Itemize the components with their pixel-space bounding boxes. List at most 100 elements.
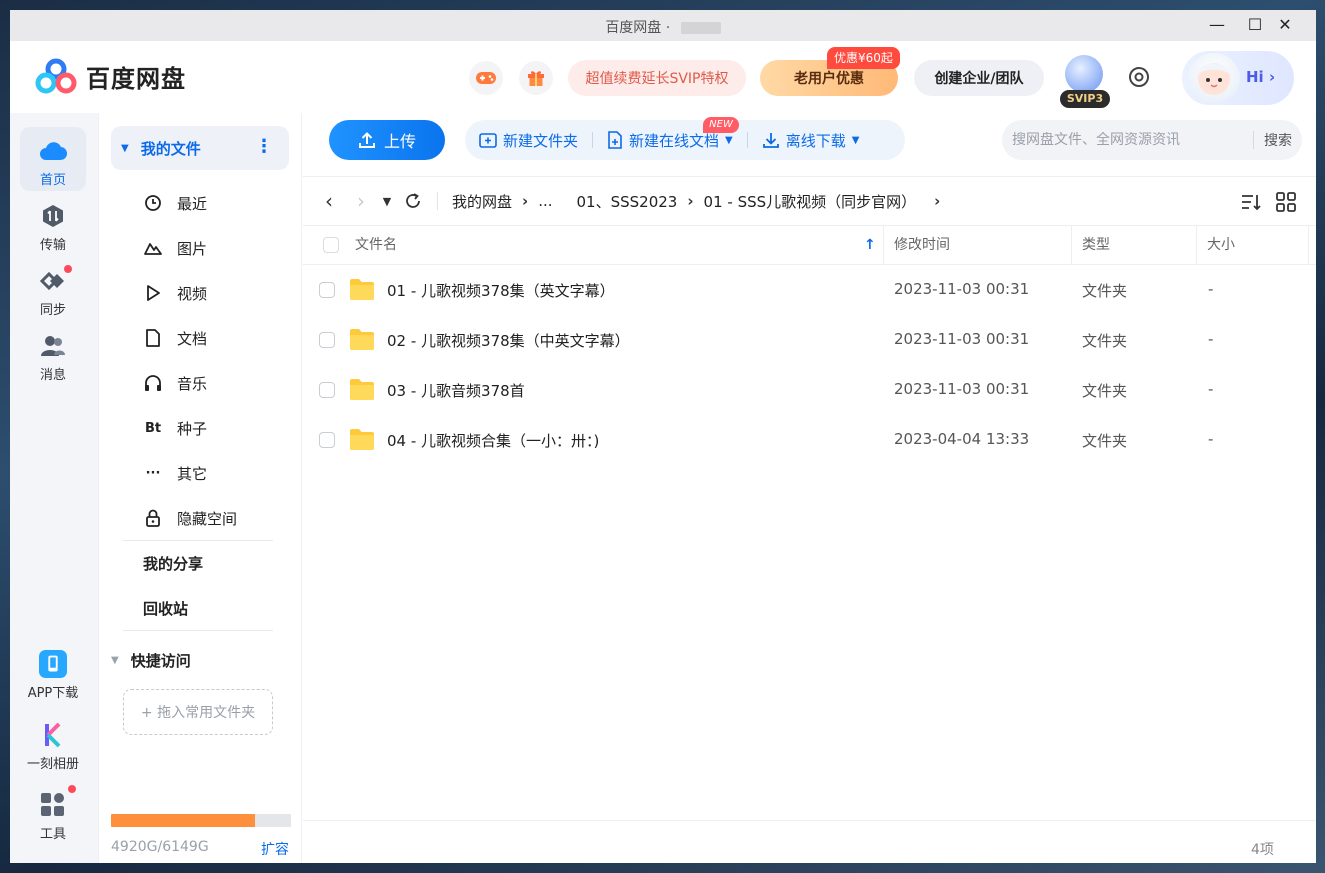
gift-button[interactable] [519, 61, 553, 95]
title-separator: · [665, 20, 671, 36]
table-row[interactable]: 01 - 儿歌视频378集（英文字幕） 2023-11-03 00:31 文件夹 - [303, 265, 1316, 315]
breadcrumb-chevron-icon[interactable]: › [934, 192, 940, 210]
rail-item-transfer[interactable]: 传输 [20, 192, 86, 256]
column-header-type[interactable]: 类型 [1082, 226, 1110, 264]
upload-button[interactable]: 上传 [329, 120, 445, 160]
storage-quota-text: 4920G/6149G [111, 839, 209, 855]
history-dropdown-icon[interactable]: ▼ [377, 185, 397, 217]
file-name[interactable]: 04 - 儿歌视频合集（一小：卅：) [387, 430, 599, 451]
dropdown-caret-icon[interactable]: ▼ [725, 135, 733, 146]
back-arrow-icon[interactable]: ‹ [313, 185, 345, 217]
column-header-size[interactable]: 大小 [1207, 226, 1235, 264]
breadcrumb-item[interactable]: 01 - SSS儿歌视频（同步官网） [704, 191, 917, 212]
nav-item-others[interactable]: ··· 其它 [143, 458, 207, 488]
my-files-header[interactable]: ▼ 我的文件 ⋮ [111, 126, 289, 170]
collapse-triangle-icon[interactable]: ▼ [121, 143, 129, 154]
forward-arrow-icon[interactable]: › [345, 185, 377, 217]
nav-item-my-share[interactable]: 我的分享 [143, 553, 203, 574]
column-divider[interactable] [883, 226, 884, 264]
select-all-checkbox[interactable] [323, 237, 339, 253]
file-actions-toolbar: 新建文件夹 新建在线文档 ▼ NEW 离线下载 ▼ [465, 117, 905, 160]
row-checkbox[interactable] [319, 332, 335, 348]
breadcrumb-item[interactable]: 01、SSS2023 [577, 191, 678, 212]
column-header-mtime[interactable]: 修改时间 [894, 226, 950, 264]
column-divider[interactable] [1308, 226, 1309, 264]
file-mtime: 2023-11-03 00:31 [894, 330, 1030, 348]
rail-item-home[interactable]: 首页 [20, 127, 86, 191]
phone-icon [39, 650, 67, 678]
svip-renew-button[interactable]: 超值续费延长SVIP特权 [568, 60, 746, 96]
file-name[interactable]: 01 - 儿歌视频378集（英文字幕） [387, 280, 615, 301]
nav-item-music[interactable]: 音乐 [143, 368, 207, 398]
rail-item-sync[interactable]: 同步 [20, 257, 86, 321]
file-mtime: 2023-11-03 00:31 [894, 280, 1030, 298]
sort-list-icon[interactable] [1240, 191, 1262, 213]
tools-icon [39, 791, 67, 819]
offline-download-button[interactable]: 离线下载 ▼ [748, 120, 874, 160]
gamepad-icon [476, 72, 496, 84]
column-divider[interactable] [1071, 226, 1072, 264]
rail-label-transfer: 传输 [39, 238, 66, 253]
nav-item-recent[interactable]: 最近 [143, 188, 207, 218]
breadcrumb-ellipsis[interactable]: ... [538, 192, 552, 210]
settings-gear-icon[interactable] [1126, 64, 1152, 90]
storage-quota-fill [111, 814, 255, 827]
close-button[interactable]: ✕ [1273, 14, 1297, 36]
window-title: 百度网盘 · [10, 17, 1316, 37]
expand-storage-link[interactable]: 扩容 [261, 839, 289, 859]
rail-label-messages: 消息 [39, 368, 66, 383]
rail-item-messages[interactable]: 消息 [20, 322, 86, 386]
new-folder-button[interactable]: 新建文件夹 [465, 120, 592, 160]
file-name[interactable]: 03 - 儿歌音频378首 [387, 380, 525, 401]
cloud-icon [39, 137, 67, 165]
dropdown-caret-icon[interactable]: ▼ [852, 135, 860, 146]
rail-label-tools: 工具 [39, 827, 66, 842]
file-mtime: 2023-11-03 00:31 [894, 380, 1030, 398]
sort-asc-arrow-icon[interactable]: ↑ [864, 226, 876, 264]
message-icon [39, 332, 67, 360]
app-logo[interactable]: 百度网盘 [34, 57, 186, 95]
nav-item-recycle-bin[interactable]: 回收站 [143, 598, 188, 619]
clock-icon [143, 193, 163, 213]
rail-item-app-download[interactable]: APP下载 [20, 640, 86, 710]
search-input[interactable] [1002, 132, 1253, 148]
headphones-icon [143, 373, 163, 393]
mascot-face-icon [1188, 53, 1240, 103]
rail-item-album[interactable]: 一刻相册 [20, 711, 86, 777]
row-checkbox[interactable] [319, 282, 335, 298]
quick-access-drop-zone[interactable]: + 拖入常用文件夹 [123, 689, 273, 735]
breadcrumb-divider [437, 192, 438, 210]
kebab-menu-icon[interactable]: ⋮ [255, 136, 273, 157]
game-button[interactable] [469, 61, 503, 95]
table-row[interactable]: 04 - 儿歌视频合集（一小：卅：) 2023-04-04 13:33 文件夹 - [303, 415, 1316, 465]
nav-item-torrents[interactable]: Bt 种子 [143, 413, 207, 443]
assistant-mascot-button[interactable]: Hi › [1182, 51, 1294, 105]
search-button[interactable]: 搜索 [1254, 130, 1302, 150]
footer-separator [303, 820, 1316, 821]
nav-item-images[interactable]: 图片 [143, 233, 207, 263]
refresh-icon[interactable] [397, 185, 429, 217]
file-type: 文件夹 [1082, 332, 1128, 350]
quick-access-header[interactable]: ▼ 快捷访问 [111, 650, 191, 671]
nav-item-documents[interactable]: 文档 [143, 323, 207, 353]
column-header-name[interactable]: 文件名 [355, 226, 397, 264]
play-icon [143, 283, 163, 303]
nav-item-hidden-space[interactable]: 隐藏空间 [143, 503, 237, 533]
user-avatar[interactable] [1065, 55, 1103, 93]
grid-view-icon[interactable] [1275, 191, 1297, 213]
minimize-button[interactable]: — [1205, 14, 1229, 36]
file-name[interactable]: 02 - 儿歌视频378集（中英文字幕） [387, 330, 630, 351]
row-checkbox[interactable] [319, 432, 335, 448]
maximize-button[interactable]: ☐ [1243, 14, 1267, 36]
rail-item-tools[interactable]: 工具 [20, 781, 86, 847]
table-row[interactable]: 02 - 儿歌视频378集（中英文字幕） 2023-11-03 00:31 文件夹 - [303, 315, 1316, 365]
collapse-triangle-icon[interactable]: ▼ [111, 655, 119, 666]
column-divider[interactable] [1196, 226, 1197, 264]
my-files-label: 我的文件 [140, 139, 201, 158]
breadcrumb-item[interactable]: 我的网盘 [452, 191, 512, 212]
nav-item-videos[interactable]: 视频 [143, 278, 207, 308]
table-row[interactable]: 03 - 儿歌音频378首 2023-11-03 00:31 文件夹 - [303, 365, 1316, 415]
create-team-button[interactable]: 创建企业/团队 [914, 60, 1044, 96]
row-checkbox[interactable] [319, 382, 335, 398]
sync-notification-dot [64, 265, 72, 273]
